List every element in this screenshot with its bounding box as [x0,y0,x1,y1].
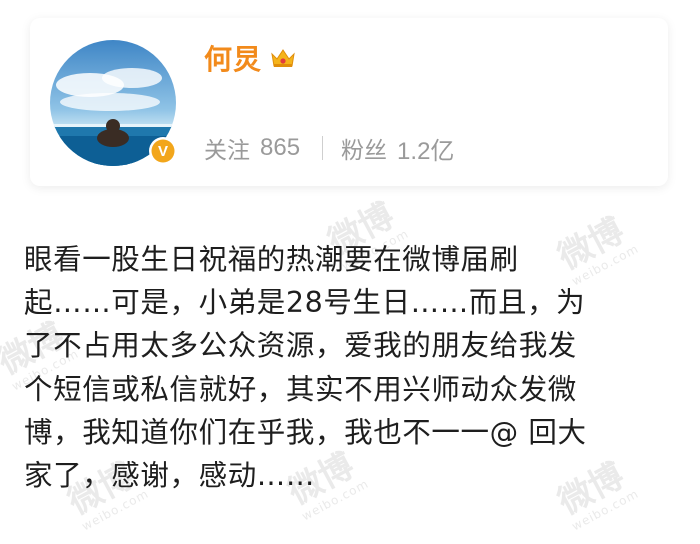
crown-icon [270,47,296,69]
post-line: 家了，感谢，感动…… [24,459,316,493]
follow-label[interactable]: 关注 [204,131,250,165]
post-line: 眼看一股生日祝福的热潮要在微博届刷 [24,243,519,276]
fans-label[interactable]: 粉丝 [341,131,387,165]
user-name[interactable]: 何炅 [204,38,262,78]
stats-divider [322,136,324,160]
post-line: 起……可是，小弟是28号生日……而且，为 [24,286,586,320]
name-row: 何炅 [204,38,296,78]
profile-card: V 何炅 关注 865 粉丝 1.2亿 [30,18,668,186]
stats-row: 关注 865 粉丝 1.2亿 [204,130,454,166]
follow-count[interactable]: 865 [260,134,300,162]
post-line: 博，我知道你们在乎我，我也不一一@ 回大 [24,415,587,449]
verified-badge-text: V [158,143,168,160]
fans-count[interactable]: 1.2亿 [397,131,454,166]
post-line: 个短信或私信就好，其实不用兴师动众发微 [24,372,577,406]
post-line: 了不占用太多公众资源，爱我的朋友给我发 [24,329,577,363]
verified-v-icon: V [148,136,178,166]
post-text: 眼看一股生日祝福的热潮要在微博届刷 起……可是，小弟是28号生日……而且，为 了… [24,238,684,497]
